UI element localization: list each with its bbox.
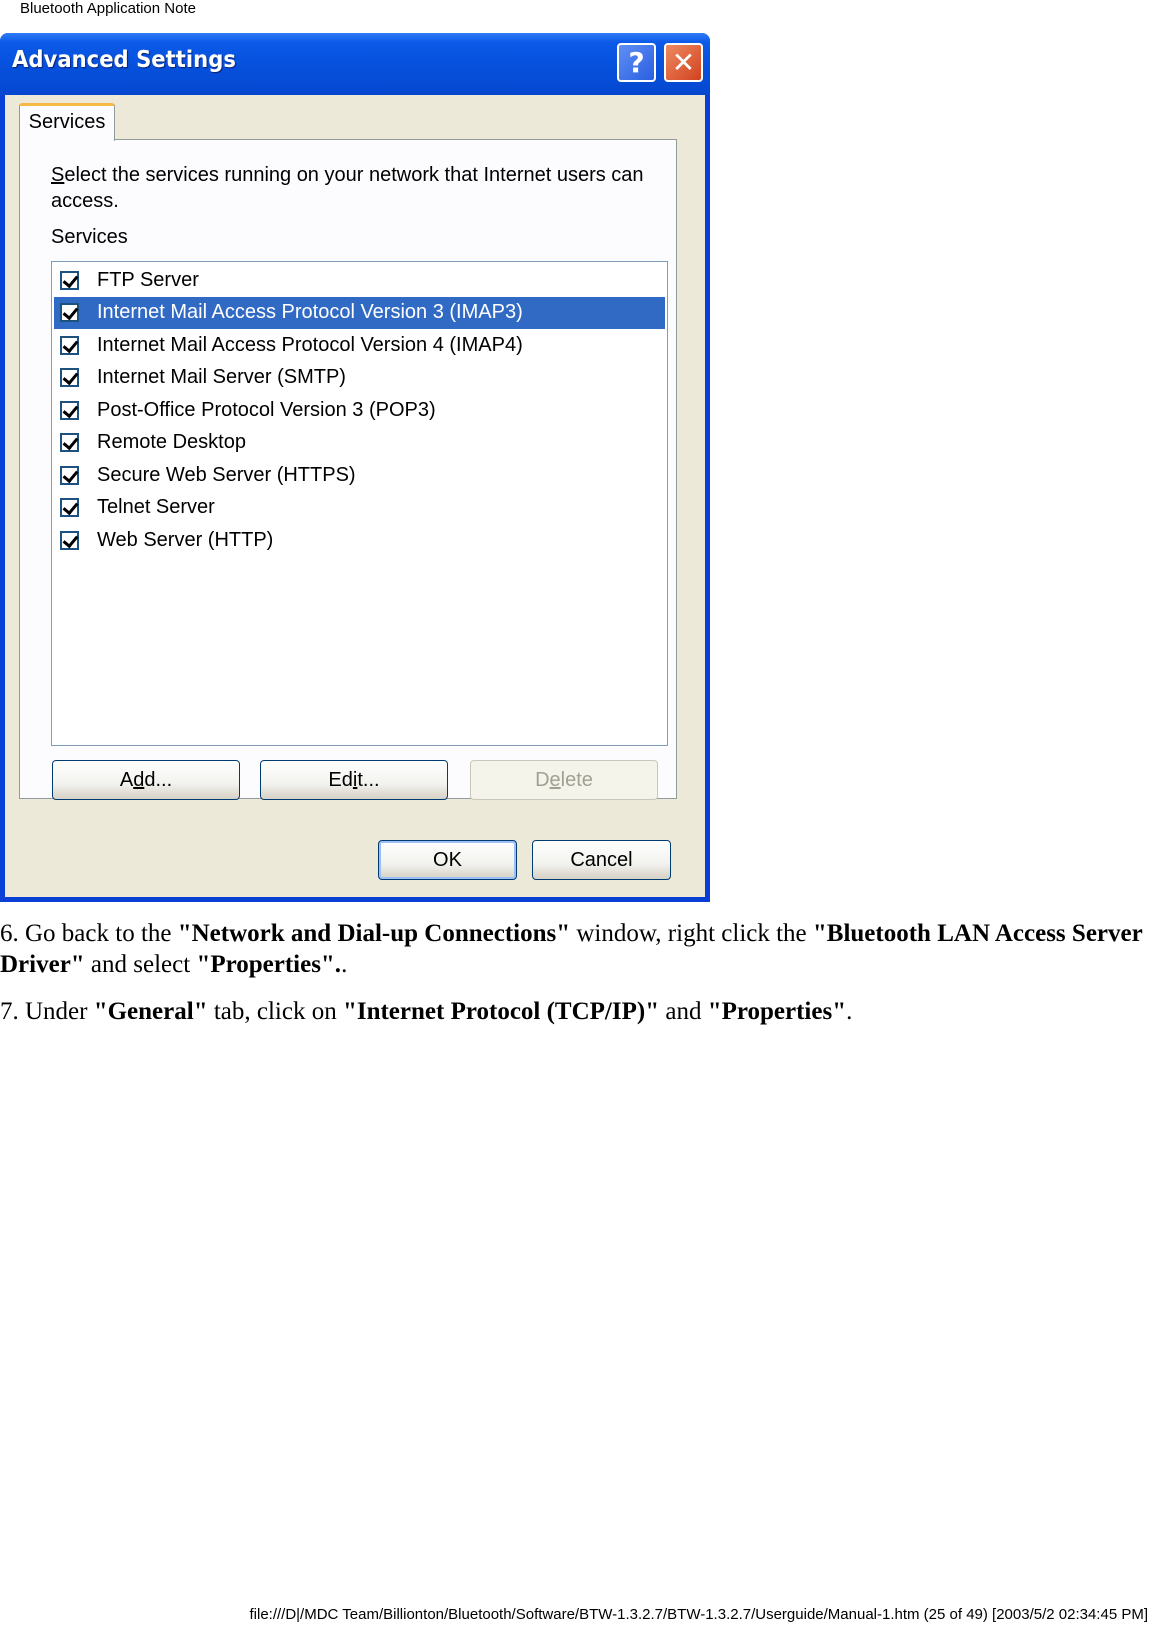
service-label: Telnet Server	[97, 496, 215, 519]
dialog-title: Advanced Settings	[12, 47, 236, 73]
service-list-item[interactable]: Internet Mail Server (SMTP)	[54, 362, 665, 395]
edit-label-pre: Ed	[328, 768, 353, 791]
cancel-button[interactable]: Cancel	[532, 840, 671, 880]
step7-bold-2: "Internet Protocol (TCP/IP)"	[342, 998, 660, 1025]
ok-button[interactable]: OK	[378, 840, 517, 880]
step6-bold-1: "Network and Dial-up Connections"	[177, 920, 571, 947]
page-footer: file:///D|/MDC Team/Billionton/Bluetooth…	[249, 1606, 1148, 1623]
step6-text-4: .	[341, 951, 348, 978]
edit-label-post: t...	[357, 768, 380, 791]
service-label: Web Server (HTTP)	[97, 528, 274, 551]
page-header: Bluetooth Application Note	[20, 0, 196, 17]
step6-text-1: 6. Go back to the	[0, 920, 178, 947]
service-label: Post-Office Protocol Version 3 (POP3)	[97, 398, 436, 421]
service-list-item[interactable]: FTP Server	[54, 264, 665, 297]
add-label-post: d...	[144, 768, 173, 791]
delete-label-post: lete	[560, 768, 593, 791]
step7-text-3: and	[659, 998, 708, 1025]
service-list-item[interactable]: Telnet Server	[54, 492, 665, 525]
delete-label-pre: D	[535, 768, 550, 791]
add-button[interactable]: Ad d...	[52, 760, 240, 800]
service-list-item[interactable]: Internet Mail Access Protocol Version 4 …	[54, 329, 665, 362]
step7-bold-3: "Properties"	[707, 998, 847, 1025]
step6-text-3: and select	[84, 951, 197, 978]
services-tab-panel: Select the services running on your netw…	[19, 139, 677, 800]
delete-label-mnemonic: e	[549, 768, 561, 791]
checkbox-checked-icon[interactable]	[60, 530, 79, 550]
close-icon: ✕	[671, 46, 696, 79]
services-listbox[interactable]: FTP Server Internet Mail Access Protocol …	[51, 261, 668, 746]
dialog-client-area: Services Select the services running on …	[5, 95, 705, 897]
description-text: elect the services running on your netwo…	[51, 164, 644, 212]
mnemonic-letter: S	[51, 164, 65, 186]
checkbox-checked-icon[interactable]	[60, 368, 79, 388]
step-6: 6. Go back to the "Network and Dial-up C…	[0, 918, 1156, 980]
delete-button[interactable]: De lete	[470, 760, 658, 800]
help-icon: ?	[628, 46, 645, 79]
service-label: FTP Server	[97, 268, 199, 291]
help-button[interactable]: ?	[617, 43, 656, 82]
checkbox-checked-icon[interactable]	[60, 270, 79, 290]
step7-text-2: tab, click on	[207, 998, 343, 1025]
service-label: Secure Web Server (HTTPS)	[97, 463, 356, 486]
checkbox-checked-icon[interactable]	[60, 465, 79, 485]
checkbox-checked-icon[interactable]	[60, 335, 79, 355]
services-description: Select the services running on your netw…	[51, 162, 671, 214]
title-bar[interactable]: Advanced Settings ? ✕	[0, 33, 710, 95]
services-list-label: Services	[51, 226, 128, 248]
checkbox-checked-icon[interactable]	[60, 303, 79, 323]
edit-button[interactable]: Ed i t...	[260, 760, 448, 800]
service-list-item[interactable]: Secure Web Server (HTTPS)	[54, 459, 665, 492]
add-label-pre: A	[119, 768, 134, 791]
close-button[interactable]: ✕	[664, 43, 703, 82]
service-label: Internet Mail Server (SMTP)	[97, 366, 346, 389]
step7-text-1: 7. Under	[0, 998, 94, 1025]
tab-services-label: Services	[28, 111, 106, 133]
advanced-settings-dialog: Advanced Settings ? ✕ Services Select th…	[0, 33, 710, 902]
step7-text-4: .	[846, 998, 853, 1025]
service-list-item[interactable]: Web Server (HTTP)	[54, 524, 665, 557]
service-list-item[interactable]: Post-Office Protocol Version 3 (POP3)	[54, 394, 665, 427]
step-7: 7. Under "General" tab, click on "Intern…	[0, 996, 1156, 1027]
instructions: 6. Go back to the "Network and Dial-up C…	[0, 918, 1156, 1043]
step6-bold-3: "Properties".	[196, 951, 342, 978]
service-label: Remote Desktop	[97, 431, 246, 454]
checkbox-checked-icon[interactable]	[60, 433, 79, 453]
step6-text-2: window, right click the	[570, 920, 813, 947]
tab-services[interactable]: Services	[19, 103, 115, 141]
add-label-mnemonic: d	[133, 768, 145, 791]
checkbox-checked-icon[interactable]	[60, 498, 79, 518]
service-label: Internet Mail Access Protocol Version 4 …	[97, 333, 523, 356]
checkbox-checked-icon[interactable]	[60, 400, 79, 420]
step7-bold-1: "General"	[93, 998, 208, 1025]
service-list-item[interactable]: Remote Desktop	[54, 427, 665, 460]
service-list-item[interactable]: Internet Mail Access Protocol Version 3 …	[54, 296, 665, 329]
service-label: Internet Mail Access Protocol Version 3 …	[97, 301, 523, 324]
